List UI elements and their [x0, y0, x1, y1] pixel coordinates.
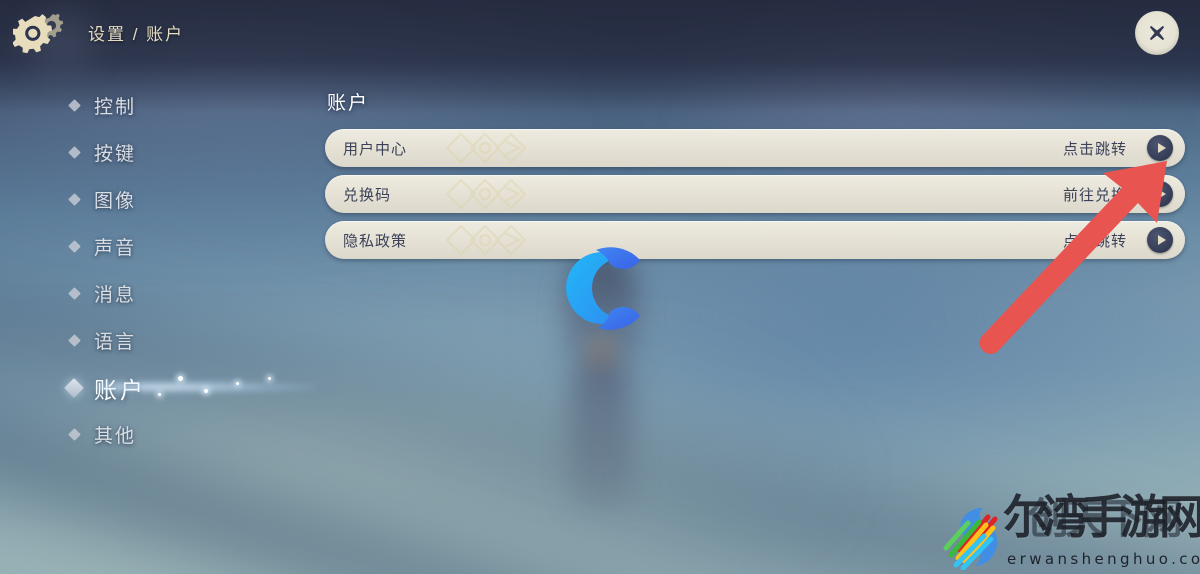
sidebar-item-label: 声音: [94, 238, 137, 259]
settings-header: 设置 / 账户: [0, 0, 1200, 68]
chevron-right-icon[interactable]: [1147, 181, 1173, 207]
breadcrumb: 设置 / 账户: [88, 25, 185, 44]
row-label: 隐私政策: [343, 232, 408, 250]
settings-screen: 设置 / 账户 控制 按键 图像 声音 消息 语言 账户 其他 账户 用户中心 …: [0, 0, 1200, 574]
sidebar-item-language[interactable]: 语言: [0, 317, 290, 364]
diamond-bullet-icon: [68, 428, 81, 441]
sidebar-item-label: 账户: [94, 376, 146, 403]
chevron-right-icon[interactable]: [1147, 227, 1173, 253]
row-label: 用户中心: [343, 140, 408, 158]
gear-icon: [11, 8, 69, 58]
row-action-label: 点击跳转: [1062, 232, 1127, 250]
close-button[interactable]: [1135, 11, 1179, 55]
diamond-bullet-icon: [68, 99, 81, 112]
diamond-bullet-icon: [64, 377, 84, 398]
row-action-label: 前往兑换: [1062, 186, 1127, 204]
sidebar-item-label: 图像: [94, 191, 137, 212]
sidebar-item-label: 其他: [94, 426, 137, 447]
sidebar-item-label: 按键: [94, 144, 137, 165]
row-decoration: [445, 178, 527, 210]
row-action-label: 点击跳转: [1062, 140, 1127, 158]
sidebar-item-other[interactable]: 其他: [0, 411, 290, 458]
sidebar-item-messages[interactable]: 消息: [0, 270, 290, 317]
sidebar-item-label: 消息: [94, 285, 137, 306]
row-user-center[interactable]: 用户中心 点击跳转: [325, 129, 1185, 167]
diamond-bullet-icon: [68, 240, 81, 253]
row-privacy-policy[interactable]: 隐私政策 点击跳转: [325, 221, 1185, 259]
sidebar-item-graphics[interactable]: 图像: [0, 176, 290, 223]
close-icon: [1149, 25, 1165, 41]
settings-sidebar: 控制 按键 图像 声音 消息 语言 账户 其他: [0, 82, 316, 458]
sidebar-item-control[interactable]: 控制: [0, 82, 290, 129]
diamond-bullet-icon: [68, 146, 81, 159]
sidebar-item-audio[interactable]: 声音: [0, 223, 290, 270]
row-decoration: [445, 224, 527, 256]
sidebar-item-account[interactable]: 账户: [0, 364, 316, 411]
sidebar-item-label: 语言: [94, 332, 137, 353]
row-label: 兑换码: [343, 186, 392, 204]
row-redeem-code[interactable]: 兑换码 前往兑换: [325, 175, 1185, 213]
diamond-bullet-icon: [68, 334, 81, 347]
sidebar-item-keys[interactable]: 按键: [0, 129, 290, 176]
diamond-bullet-icon: [68, 193, 81, 206]
chevron-right-icon[interactable]: [1147, 135, 1173, 161]
page-title: 账户: [327, 93, 370, 114]
row-decoration: [445, 132, 527, 164]
account-panel: 账户 用户中心 点击跳转 兑换码 前往兑换 隐私政策 点击跳转: [325, 88, 1185, 267]
diamond-bullet-icon: [68, 287, 81, 300]
sidebar-item-label: 控制: [94, 97, 137, 118]
